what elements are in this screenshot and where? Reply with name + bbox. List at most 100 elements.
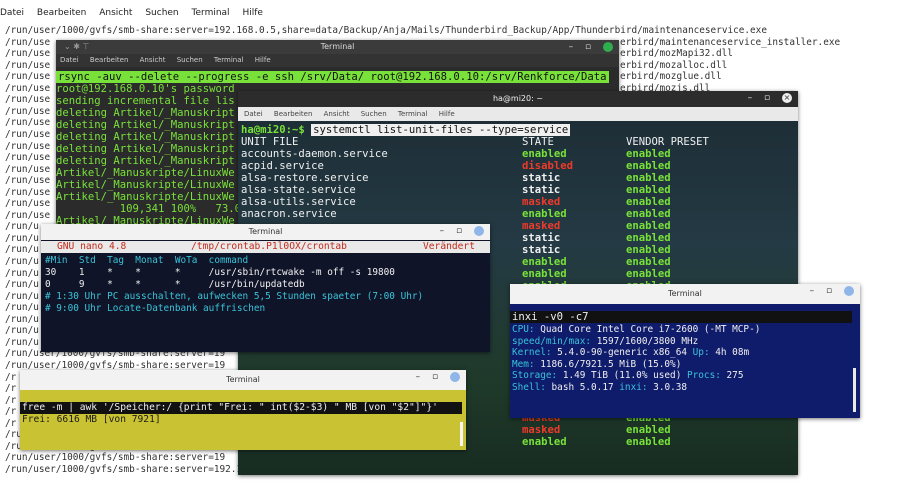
rsync-output-line: Artikel/_Manuskripte/LinuxWe: [56, 167, 235, 179]
background-line: /run/use: [5, 105, 51, 117]
rsync-command: rsync -auv --delete --progress -e ssh /s…: [56, 71, 609, 83]
background-line: /run/use: [5, 117, 51, 129]
menu-bearbeiten[interactable]: Bearbeiten: [274, 110, 312, 118]
free-terminal-window[interactable]: Terminal – ▫ free -m | awk '/Speicher:/ …: [20, 370, 466, 450]
maximize-icon[interactable]: ▫: [456, 224, 462, 238]
background-line: /run/use: [5, 82, 51, 94]
minimize-icon[interactable]: –: [440, 224, 445, 238]
service-vendor-preset: enabled: [626, 184, 671, 196]
rsync-output-line: deleting Artikel/_Manuskript: [56, 119, 235, 131]
minimize-icon[interactable]: –: [810, 284, 815, 298]
minimize-icon[interactable]: –: [416, 370, 421, 384]
rsync-output-line: deleting Artikel/_Manuskript: [56, 155, 235, 167]
background-line: /run/use: [5, 48, 51, 60]
background-line: /run/u: [5, 232, 39, 244]
background-line: /run/u: [5, 290, 39, 302]
service-state: masked: [522, 220, 561, 232]
inxi-line: speed/min/max: 1597/1600/3800 MHz: [512, 336, 704, 348]
crontab-line[interactable]: 0 9 * * * /usr/bin/updatedb: [45, 279, 305, 291]
close-icon[interactable]: ×: [782, 92, 792, 103]
maximize-icon[interactable]: ▫: [764, 91, 770, 105]
inxi-titlebar[interactable]: Terminal – ▫: [510, 284, 860, 304]
systemctl-titlebar[interactable]: ha@mi20: ~ – ▫ ×: [238, 91, 798, 107]
menu-bearbeiten[interactable]: Bearbeiten: [37, 8, 86, 18]
systemctl-prompt-line: ha@mi20:~$ systemctl list-unit-files --t…: [241, 124, 571, 136]
crontab-line[interactable]: #Min Std Tag Monat WoTa command: [45, 255, 248, 267]
rsync-output-line: Artikel/_Manuskripte/LinuxWe: [56, 179, 235, 191]
service-vendor-preset: enabled: [626, 256, 671, 268]
scrollbar[interactable]: [853, 368, 856, 412]
rsync-output-line: deleting Artikel/_Manuskript: [56, 143, 235, 155]
background-line: /run/use: [5, 59, 51, 71]
crontab-line[interactable]: # 9:00 Uhr Locate-Datenbank auffrischen: [45, 303, 265, 315]
maximize-icon[interactable]: ▫: [585, 40, 591, 54]
menu-suchen[interactable]: Suchen: [177, 56, 203, 64]
menu-suchen[interactable]: Suchen: [145, 8, 178, 18]
crontab-line[interactable]: # 1:30 Uhr PC ausschalten, aufwecken 5,5…: [45, 291, 423, 303]
nano-titlebar[interactable]: Terminal – ▫: [41, 224, 490, 240]
inxi-value: 5.4.0-90-generic x86_64: [557, 347, 687, 359]
minimize-icon[interactable]: –: [748, 91, 753, 105]
service-vendor-preset: enabled: [626, 196, 671, 208]
menu-suchen[interactable]: Suchen: [361, 110, 387, 118]
background-line: /run/use: [5, 209, 51, 221]
background-line: /run/use: [5, 163, 51, 175]
rsync-menubar: Datei Bearbeiten Ansicht Suchen Terminal…: [56, 54, 619, 67]
header-state: STATE: [522, 136, 554, 148]
shell-prompt: ha@mi20:~$: [241, 124, 305, 136]
service-unit-name: alsa-state.service: [241, 184, 356, 196]
menu-terminal[interactable]: Terminal: [398, 110, 428, 118]
header-vendor-preset: VENDOR PRESET: [626, 136, 709, 148]
background-line: /run/u: [5, 256, 39, 267]
inxi-line: Shell: bash 5.0.17 inxi: 3.0.38: [512, 382, 687, 394]
close-icon[interactable]: [474, 225, 484, 236]
menu-terminal[interactable]: Terminal: [214, 56, 244, 64]
crontab-line[interactable]: 30 1 * * * /usr/sbin/rtcwake -m off -s 1…: [45, 267, 395, 279]
maximize-icon[interactable]: ▫: [432, 370, 438, 384]
nano-terminal-window[interactable]: Terminal – ▫ GNU nano 4.8 /tmp/crontab.P…: [41, 224, 490, 352]
background-line: /run/use: [5, 175, 51, 187]
inxi-label: Kernel:: [512, 347, 552, 359]
service-state: static: [522, 172, 561, 184]
background-line: /run/use: [5, 140, 51, 152]
background-line: /run/u: [5, 279, 39, 291]
background-line: /run/user/1000/gvfs/smb-share:server=19: [5, 452, 226, 464]
free-command: free -m | awk '/Speicher:/ {print "Frei:…: [20, 402, 462, 414]
menu-terminal[interactable]: Terminal: [192, 8, 230, 18]
free-window-title: Terminal: [226, 375, 260, 384]
menu-datei[interactable]: Datei: [60, 56, 79, 64]
menu-ansicht[interactable]: Ansicht: [140, 56, 166, 64]
rsync-window-title: Terminal: [320, 42, 355, 51]
window-menu-icon[interactable]: ⌄ ✱ ⊤: [64, 40, 89, 54]
free-titlebar[interactable]: Terminal – ▫: [20, 370, 466, 390]
rsync-output-line: deleting Artikel/_Manuskript: [56, 131, 235, 143]
menu-hilfe[interactable]: Hilfe: [255, 56, 271, 64]
inxi-terminal-window[interactable]: Terminal – ▫ inxi -v0 -c7 CPU: Quad Core…: [510, 284, 860, 418]
menu-datei[interactable]: Datei: [244, 110, 263, 118]
service-vendor-preset: enabled: [626, 220, 671, 232]
service-state: enabled: [522, 436, 567, 448]
inxi-value: 1.49 TiB (11.0% used): [562, 370, 682, 382]
close-icon[interactable]: [844, 285, 854, 296]
service-vendor-preset: enabled: [626, 232, 671, 244]
inxi-value: 3.0.38: [653, 382, 688, 393]
scrollbar[interactable]: [460, 422, 463, 446]
menu-hilfe[interactable]: Hilfe: [242, 8, 262, 18]
menu-datei[interactable]: Datei: [0, 8, 24, 18]
inxi-value: 1186.6/7921.5 MiB (15.0%): [540, 358, 682, 370]
menu-ansicht[interactable]: Ansicht: [324, 110, 350, 118]
background-line: /r: [5, 394, 17, 406]
close-icon[interactable]: [603, 41, 613, 52]
menu-ansicht[interactable]: Ansicht: [99, 8, 132, 18]
inxi-command: inxi -v0 -c7: [510, 311, 852, 323]
maximize-icon[interactable]: ▫: [826, 284, 832, 298]
minimize-icon[interactable]: –: [569, 40, 574, 54]
menu-bearbeiten[interactable]: Bearbeiten: [90, 56, 128, 64]
menu-hilfe[interactable]: Hilfe: [439, 110, 455, 118]
inxi-label: Storage:: [512, 370, 558, 382]
rsync-titlebar[interactable]: ⌄ ✱ ⊤ Terminal – ▫: [56, 40, 619, 54]
background-line: /run/use: [5, 128, 51, 140]
close-icon[interactable]: [450, 371, 460, 382]
systemctl-window-title: ha@mi20: ~: [492, 94, 544, 103]
header-unit-file: UNIT FILE: [241, 136, 299, 148]
